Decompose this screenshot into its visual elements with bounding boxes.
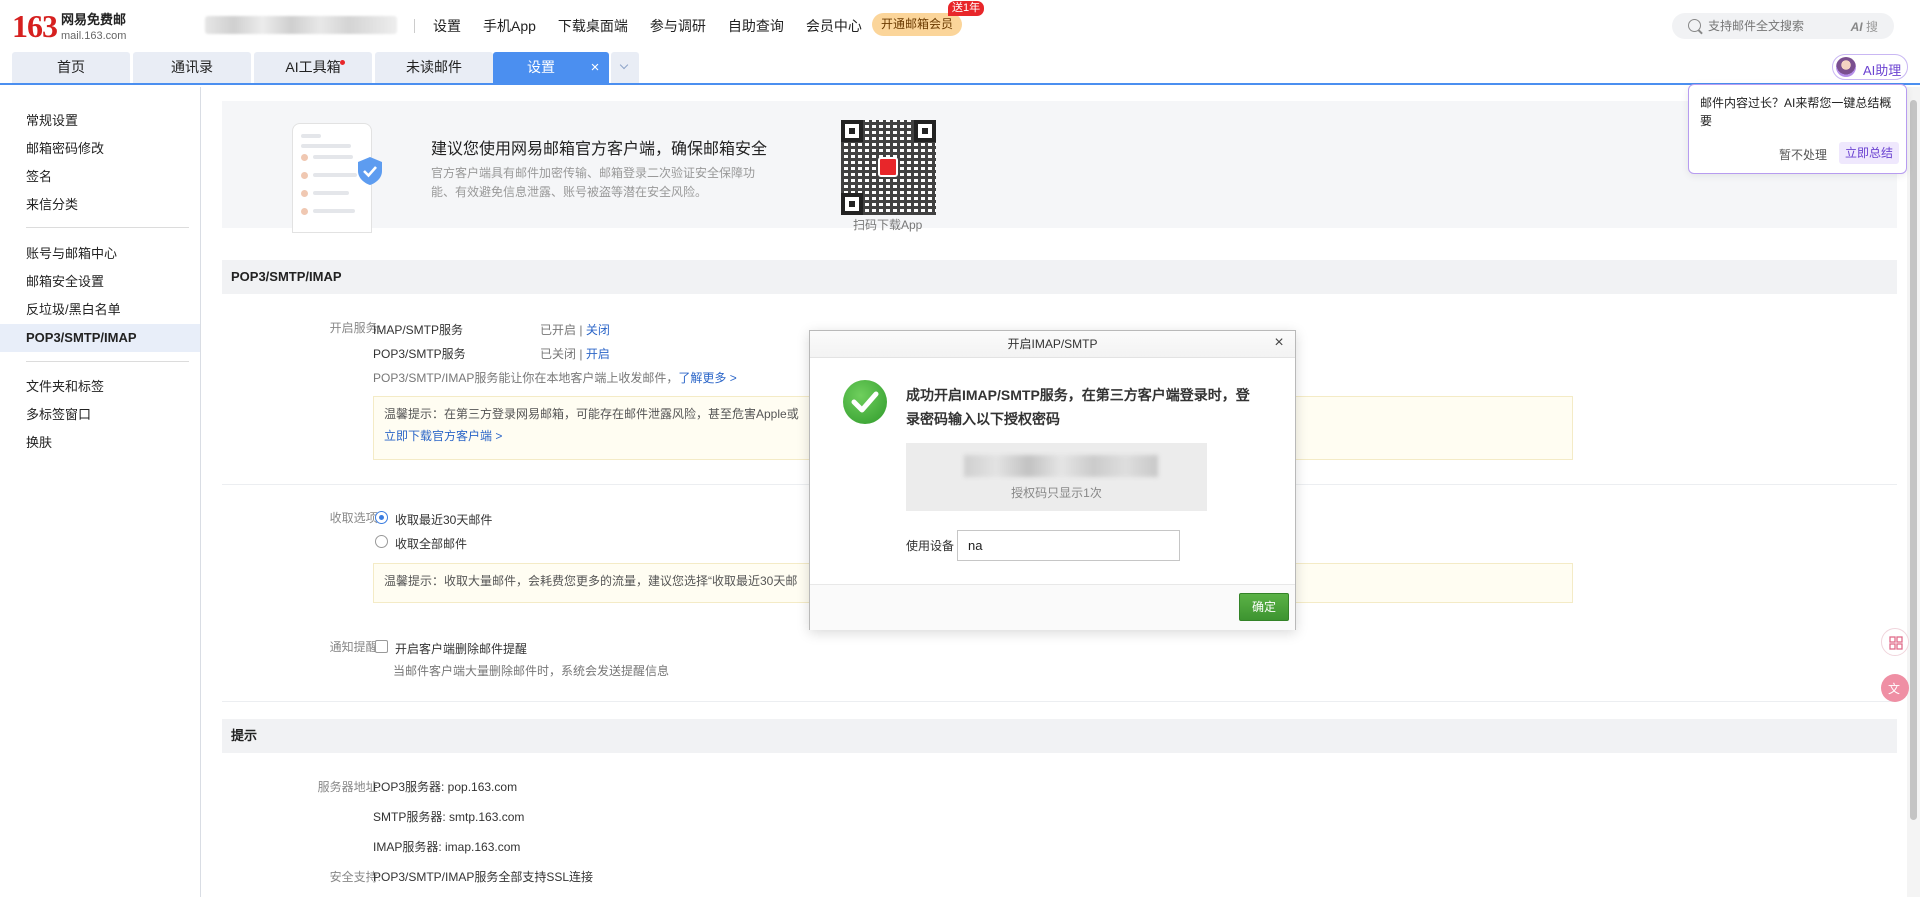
delete-reminder-desc: 当邮件客户端大量删除邮件时，系统会发送提醒信息 <box>393 664 670 678</box>
imap-smtp-dialog: 开启IMAP/SMTP × 成功开启IMAP/SMTP服务，在第三方客户端登录时… <box>809 330 1296 630</box>
ai-summary-popup: 邮件内容过长？AI来帮您一键总结概要 暂不处理 立即总结 <box>1688 84 1907 174</box>
server-address-label: 服务器地址: <box>317 780 381 794</box>
app-download-qr-code <box>841 120 936 215</box>
qr-caption: 扫码下载App <box>853 218 923 232</box>
tab-unread[interactable]: 未读邮件 <box>375 52 493 83</box>
apps-grid-icon[interactable] <box>1881 628 1909 656</box>
sidebar-item-security[interactable]: 邮箱安全设置 <box>0 268 200 296</box>
ai-popup-dismiss-button[interactable]: 暂不处理 <box>1779 146 1827 163</box>
security-support-label: 安全支持: <box>329 870 381 884</box>
imap-smtp-status: 已开启 | 关闭 <box>540 323 610 337</box>
receive-30-days-radio[interactable] <box>375 511 388 524</box>
banner-description: 官方客户端具有邮件加密传输、邮箱登录二次验证安全保障功能、有效避免信息泄露、账号… <box>431 166 756 199</box>
top-nav: 设置 手机App 下载桌面端 参与调研 自助查询 会员中心 <box>414 16 884 36</box>
search-box[interactable]: AI 搜 <box>1672 13 1894 39</box>
tab-contacts[interactable]: 通讯录 <box>133 52 251 83</box>
translate-icon[interactable]: 文 <box>1881 674 1909 702</box>
sidebar-item-folders-tags[interactable]: 文件夹和标签 <box>0 373 200 401</box>
sidebar-divider <box>26 361 189 362</box>
vip-badge: 送1年 <box>948 1 985 16</box>
banner-title: 建议您使用网易邮箱官方客户端，确保邮箱安全 <box>431 141 768 158</box>
receive-options-label: 收取选项: <box>329 511 381 525</box>
services-label: 开启服务: <box>329 321 381 335</box>
pop3-smtp-status: 已关闭 | 开启 <box>540 347 610 361</box>
account-name-blurred[interactable] <box>205 16 397 34</box>
delete-reminder-label[interactable]: 开启客户端删除邮件提醒 <box>395 640 527 657</box>
nav-member-center[interactable]: 会员中心 <box>806 16 862 36</box>
vip-button[interactable]: 开通邮箱会员 <box>872 13 963 36</box>
nav-settings[interactable]: 设置 <box>433 16 461 36</box>
ai-avatar-icon <box>1836 57 1856 77</box>
auth-code-box: 授权码只显示1次 <box>906 443 1207 511</box>
nav-survey[interactable]: 参与调研 <box>650 16 706 36</box>
confirm-button[interactable]: 确定 <box>1239 593 1289 621</box>
app-logo-icon <box>878 157 898 177</box>
sidebar-item-password[interactable]: 邮箱密码修改 <box>0 135 200 163</box>
settings-sidebar: 常规设置 邮箱密码修改 签名 来信分类 账号与邮箱中心 邮箱安全设置 反垃圾/黑… <box>0 87 201 897</box>
receive-all-label[interactable]: 收取全部邮件 <box>395 535 467 552</box>
section-title-hints: 提示 <box>222 719 1897 753</box>
nav-self-service[interactable]: 自助查询 <box>728 16 784 36</box>
tab-more-chevron-icon[interactable] <box>611 52 639 83</box>
ai-popup-summarize-button[interactable]: 立即总结 <box>1839 142 1900 164</box>
search-input[interactable] <box>1708 17 1848 35</box>
sidebar-item-mail-rules[interactable]: 来信分类 <box>0 191 200 219</box>
dialog-success-message: 成功开启IMAP/SMTP服务，在第三方客户端登录时，登录密码输入以下授权密码 <box>906 387 1250 427</box>
shield-icon <box>358 157 382 185</box>
sidebar-item-pop3-smtp-imap[interactable]: POP3/SMTP/IMAP <box>0 324 200 352</box>
logo-title: 网易免费邮 <box>61 12 127 27</box>
nav-mobile-app[interactable]: 手机App <box>483 16 536 36</box>
new-dot-icon <box>340 60 345 65</box>
success-check-icon <box>843 380 887 424</box>
tab-bar: 首页 通讯录 AI工具箱 未读邮件 设置 × <box>0 52 1920 85</box>
security-support-desc: POP3/SMTP/IMAP服务全部支持SSL连接 <box>373 870 594 884</box>
nav-separator <box>414 19 415 33</box>
receive-all-radio[interactable] <box>375 535 388 548</box>
ai-helper-button[interactable]: AI助理 <box>1832 54 1908 80</box>
nav-download-desktop[interactable]: 下载桌面端 <box>558 16 628 36</box>
tab-ai-toolbox[interactable]: AI工具箱 <box>254 52 372 83</box>
delete-reminder-checkbox[interactable] <box>375 640 388 653</box>
logo-number: 163 <box>12 8 58 44</box>
auth-code-note: 授权码只显示1次 <box>1011 486 1102 500</box>
search-icon <box>1688 19 1701 32</box>
sidebar-item-account-center[interactable]: 账号与邮箱中心 <box>0 240 200 268</box>
section-title-pop3: POP3/SMTP/IMAP <box>222 260 1897 294</box>
logo-subtitle: mail.163.com <box>61 30 127 42</box>
smtp-server: SMTP服务器: smtp.163.com <box>373 810 525 824</box>
imap-smtp-service-name: IMAP/SMTP服务 <box>373 323 464 337</box>
notify-label: 通知提醒: <box>329 640 381 654</box>
client-banner: 建议您使用网易邮箱官方客户端，确保邮箱安全 官方客户端具有邮件加密传输、邮箱登录… <box>222 101 1897 233</box>
tab-home[interactable]: 首页 <box>12 52 130 83</box>
svg-text:文: 文 <box>1888 681 1900 696</box>
pop3-smtp-open-link[interactable]: 开启 <box>586 347 610 361</box>
dialog-title: 开启IMAP/SMTP <box>810 331 1295 358</box>
ai-popup-message: 邮件内容过长？AI来帮您一键总结概要 <box>1700 96 1892 128</box>
dialog-footer <box>810 584 1295 630</box>
sidebar-item-signature[interactable]: 签名 <box>0 163 200 191</box>
logo[interactable]: 163 网易免费邮 mail.163.com <box>12 10 126 43</box>
scrollbar-thumb[interactable] <box>1910 100 1917 820</box>
imap-server: IMAP服务器: imap.163.com <box>373 840 521 854</box>
service-description: POP3/SMTP/IMAP服务能让你在本地客户端上收发邮件，了解更多 > <box>373 371 737 385</box>
sidebar-item-general[interactable]: 常规设置 <box>0 107 200 135</box>
ai-search-button[interactable]: AI 搜 <box>1851 18 1878 35</box>
top-bar: 163 网易免费邮 mail.163.com 设置 手机App 下载桌面端 参与… <box>0 0 1920 52</box>
sidebar-item-multi-tab[interactable]: 多标签窗口 <box>0 401 200 429</box>
pop3-server: POP3服务器: pop.163.com <box>373 780 518 794</box>
receive-30-days-label[interactable]: 收取最近30天邮件 <box>395 511 492 528</box>
tab-close-icon[interactable]: × <box>585 52 605 83</box>
sidebar-item-skin[interactable]: 换肤 <box>0 429 200 457</box>
dialog-close-icon[interactable]: × <box>1271 335 1287 351</box>
learn-more-link[interactable]: 了解更多 > <box>678 371 736 385</box>
auth-code-blurred <box>964 455 1158 477</box>
pop3-smtp-service-name: POP3/SMTP服务 <box>373 347 466 361</box>
device-label: 使用设备 <box>906 539 955 553</box>
divider <box>222 701 1897 702</box>
sidebar-item-antispam[interactable]: 反垃圾/黑白名单 <box>0 296 200 324</box>
imap-smtp-close-link[interactable]: 关闭 <box>586 323 610 337</box>
device-input[interactable] <box>957 530 1180 561</box>
sidebar-divider <box>26 227 189 228</box>
